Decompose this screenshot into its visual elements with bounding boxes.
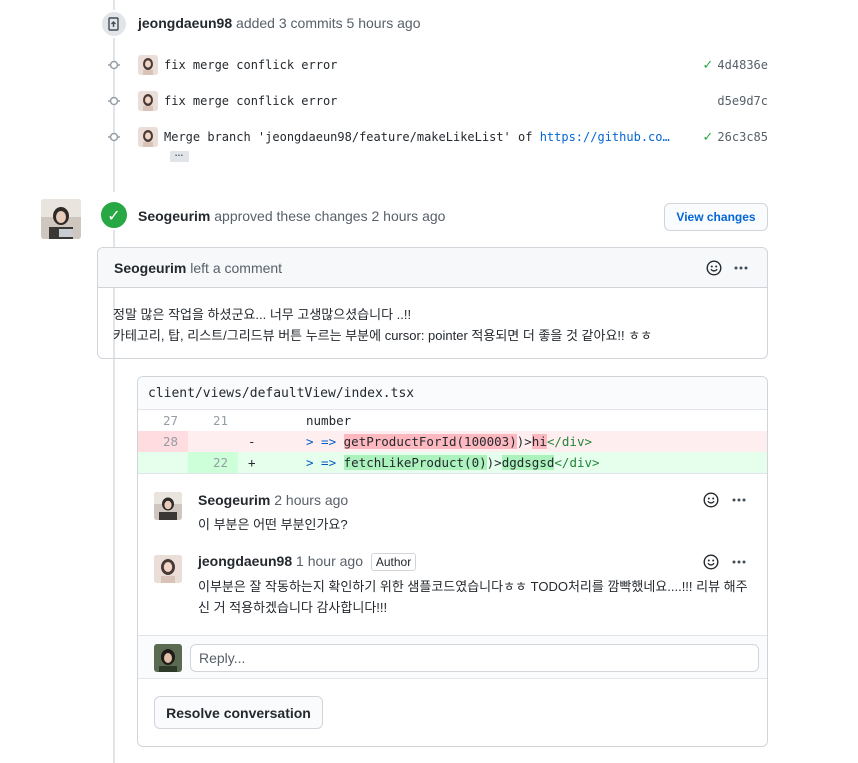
thread-comment-header: jeongdaeun98 1 hour ago Author	[198, 553, 417, 571]
diff-file-path[interactable]: client/views/defaultView/index.tsx	[138, 377, 767, 410]
commit-icon	[108, 60, 120, 70]
commit-message[interactable]: Merge branch 'jeongdaeun98/feature/makeL…	[164, 130, 670, 144]
diff-marker: -	[248, 434, 256, 449]
check-icon[interactable]: ✓	[703, 58, 714, 73]
commit-icon	[108, 96, 120, 106]
more-options-icon[interactable]	[730, 491, 748, 509]
push-icon	[100, 10, 128, 38]
commit-sha[interactable]: d5e9d7c	[717, 94, 768, 108]
commit-row: Merge branch 'jeongdaeun98/feature/makeL…	[105, 127, 768, 147]
review-header: Seogeurim approved these changes 2 hours…	[138, 208, 445, 224]
comment-body: 정말 많은 작업을 하셨군요... 너무 고생많으셨습니다 ..!! 카테고리,…	[98, 288, 767, 358]
check-icon[interactable]: ✓	[703, 130, 714, 145]
comment-action: left a comment	[190, 260, 283, 276]
thread-comment-body: 이부분은 잘 작동하는지 확인하기 위한 샘플코드였습니다ㅎㅎ TODO처리를 …	[198, 579, 748, 615]
avatar[interactable]	[154, 492, 182, 520]
check-icon: ✓	[99, 200, 129, 230]
comment-time[interactable]: 2 hours ago	[274, 492, 348, 508]
commit-sha[interactable]: ✓ 4d4836e	[703, 58, 768, 73]
review-action: approved these changes	[214, 208, 368, 224]
review-time[interactable]: 2 hours ago	[371, 208, 445, 224]
commit-link[interactable]: https://github.co…	[540, 130, 670, 144]
reviewer-name[interactable]: Seogeurim	[138, 208, 210, 224]
review-thread: client/views/defaultView/index.tsx 27 21…	[137, 376, 768, 747]
expand-commit-button[interactable]: …	[170, 149, 189, 162]
commit-icon	[108, 132, 120, 142]
reply-row	[138, 635, 767, 679]
comment-author[interactable]: Seogeurim	[114, 260, 186, 276]
thread-comment-header: Seogeurim 2 hours ago	[198, 492, 348, 508]
comment-header: Seogeurim left a comment	[98, 248, 767, 288]
commit-sha[interactable]: ✓ 26c3c85	[703, 130, 768, 145]
event-actor[interactable]: jeongdaeun98	[138, 15, 232, 31]
resolve-conversation-button[interactable]: Resolve conversation	[154, 696, 323, 729]
reviewer-avatar[interactable]	[41, 199, 81, 239]
author-badge: Author	[370, 553, 417, 571]
more-options-icon[interactable]	[732, 259, 750, 277]
review-comment: Seogeurim left a comment 정말 많은 작업을 하셨군요.…	[97, 247, 768, 359]
commit-message[interactable]: fix merge conflick error	[164, 58, 337, 72]
commit-row: fix merge conflick error d5e9d7c	[105, 91, 768, 111]
new-line-number[interactable]: 22	[188, 452, 238, 473]
reply-input[interactable]	[190, 644, 759, 672]
avatar[interactable]	[138, 91, 158, 111]
comment-author-line: Seogeurim left a comment	[114, 260, 282, 276]
avatar[interactable]	[154, 555, 182, 583]
old-line-number[interactable]: 27	[138, 410, 188, 431]
smiley-icon[interactable]	[702, 553, 720, 571]
avatar[interactable]	[138, 127, 158, 147]
diff-line-deleted: 28 - > => getProductForId(100003))>hi</d…	[138, 431, 767, 452]
event-time[interactable]: 5 hours ago	[347, 15, 421, 31]
commit-row: fix merge conflick error ✓ 4d4836e	[105, 55, 768, 75]
avatar[interactable]	[138, 55, 158, 75]
diff-marker: +	[248, 455, 256, 470]
new-line-number[interactable]: 21	[188, 410, 238, 431]
comment-body-line: 카테고리, 탑, 리스트/그리드뷰 버튼 누르는 부분에 cursor: poi…	[113, 328, 653, 343]
smiley-icon[interactable]	[705, 259, 723, 277]
comment-author[interactable]: Seogeurim	[198, 492, 270, 508]
more-options-icon[interactable]	[730, 553, 748, 571]
diff-code: > => getProductForId(100003))>hi</div>	[306, 434, 593, 449]
commits-event-header: jeongdaeun98 added 3 commits 5 hours ago	[138, 15, 420, 31]
diff-code: number	[306, 413, 352, 428]
event-action: added 3 commits	[236, 15, 343, 31]
thread-comment-body: 이 부분은 어떤 부분인가요?	[198, 517, 348, 532]
diff-line: 27 21 number	[138, 410, 767, 431]
diff-code: > => fetchLikeProduct(0))>dgdsgsd</div>	[306, 455, 600, 470]
commit-message[interactable]: fix merge conflick error	[164, 94, 337, 108]
comment-time[interactable]: 1 hour ago	[296, 553, 363, 569]
current-user-avatar[interactable]	[154, 644, 182, 672]
comment-body-line: 정말 많은 작업을 하셨군요... 너무 고생많으셨습니다 ..!!	[113, 307, 412, 322]
smiley-icon[interactable]	[702, 491, 720, 509]
old-line-number[interactable]: 28	[138, 431, 188, 452]
view-changes-button[interactable]: View changes	[664, 203, 768, 231]
comment-author[interactable]: jeongdaeun98	[198, 553, 292, 569]
diff-line-added: 22 + > => fetchLikeProduct(0))>dgdsgsd</…	[138, 452, 767, 473]
divider	[138, 473, 767, 474]
